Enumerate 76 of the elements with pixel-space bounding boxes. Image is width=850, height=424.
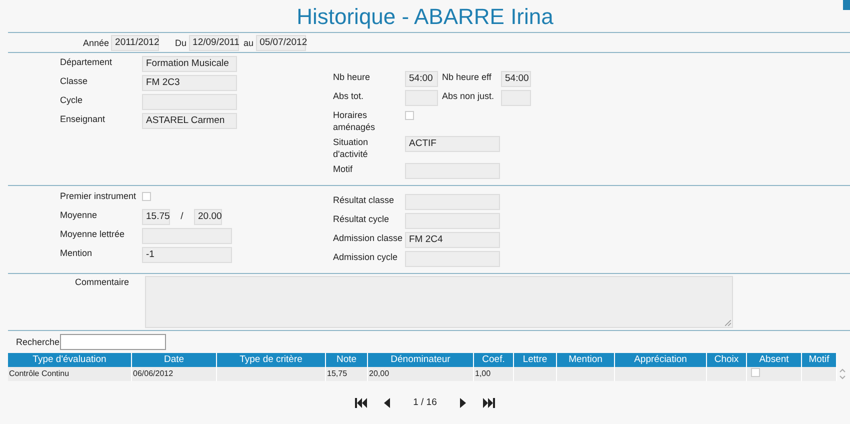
column-header[interactable]: Appréciation bbox=[615, 353, 707, 367]
text-field[interactable]: FM 2C4 bbox=[405, 232, 500, 248]
date-field[interactable]: 05/07/2012 bbox=[256, 34, 306, 50]
text-field[interactable] bbox=[405, 163, 500, 179]
field-label: Résultat cycle bbox=[333, 213, 390, 225]
column-header[interactable]: Absent bbox=[747, 353, 802, 367]
column-header[interactable]: Type d'évaluation bbox=[8, 353, 132, 367]
text-field[interactable]: 15.75 bbox=[142, 209, 170, 225]
field-label: Mention bbox=[60, 247, 94, 259]
field-label: Commentaire bbox=[75, 276, 130, 289]
field-label: Du bbox=[175, 36, 187, 48]
text-field[interactable] bbox=[405, 213, 500, 229]
field-label: Moyenne lettrée bbox=[60, 228, 126, 240]
comment-field[interactable] bbox=[145, 276, 733, 328]
field-label: Abs tot. bbox=[333, 90, 365, 102]
column-header[interactable]: Dénominateur bbox=[368, 353, 474, 367]
text-field[interactable] bbox=[142, 228, 232, 244]
field-label: Nb heure bbox=[333, 71, 372, 83]
text-field[interactable]: 54:00 bbox=[405, 71, 438, 87]
table-cell: 20,00 bbox=[368, 367, 474, 381]
text-field[interactable]: ASTAREL Carmen bbox=[142, 113, 237, 129]
checkbox[interactable] bbox=[142, 192, 151, 201]
field-label: Abs non just. bbox=[442, 90, 496, 102]
text-field[interactable] bbox=[405, 90, 438, 106]
field-label: Moyenne bbox=[60, 209, 98, 221]
text-field[interactable] bbox=[405, 194, 500, 210]
separator-text: / bbox=[180, 210, 184, 224]
page-title: Historique - ABARRE Irina bbox=[296, 3, 554, 31]
column-header[interactable]: Coef. bbox=[474, 353, 514, 367]
table-cell: 06/06/2012 bbox=[132, 367, 217, 381]
field-label: Nb heure eff bbox=[442, 71, 492, 83]
field-label: Enseignant bbox=[60, 113, 106, 125]
text-field[interactable]: FM 2C3 bbox=[142, 75, 237, 91]
text-field[interactable]: ACTIF bbox=[405, 136, 500, 152]
text-field[interactable]: 54:00 bbox=[501, 71, 531, 87]
table-cell: 15,75 bbox=[326, 367, 368, 381]
field-label: Admission classe bbox=[333, 232, 404, 244]
field-label: Résultat classe bbox=[333, 194, 396, 206]
field-label: Premier instrument bbox=[60, 190, 138, 202]
field-label: Année bbox=[83, 36, 110, 48]
field-label: Horaires aménagés bbox=[333, 109, 376, 133]
field-label: au bbox=[244, 36, 254, 48]
text-field[interactable] bbox=[405, 251, 500, 267]
field-label: Cycle bbox=[60, 94, 84, 106]
field-label: Admission cycle bbox=[333, 251, 399, 263]
field-label: Situation d'activité bbox=[333, 136, 370, 160]
page-indicator: 1 / 16 bbox=[413, 397, 437, 408]
column-header[interactable]: Lettre bbox=[514, 353, 557, 367]
checkbox[interactable] bbox=[405, 111, 414, 120]
field-label: Classe bbox=[60, 75, 89, 87]
column-header[interactable]: Date bbox=[132, 353, 217, 367]
resize-grip-icon bbox=[725, 320, 731, 326]
table-cell bbox=[557, 367, 615, 381]
text-field[interactable] bbox=[501, 90, 531, 106]
first-page-button[interactable] bbox=[355, 398, 368, 408]
table-cell: Contrôle Continu bbox=[8, 367, 132, 381]
text-field[interactable]: Formation Musicale bbox=[142, 56, 237, 72]
text-field[interactable]: 20.00 bbox=[194, 209, 222, 225]
column-header[interactable]: Note bbox=[326, 353, 368, 367]
text-field[interactable]: -1 bbox=[142, 247, 232, 263]
column-header[interactable]: Choix bbox=[707, 353, 747, 367]
table-cell bbox=[514, 367, 557, 381]
search-field[interactable] bbox=[60, 334, 166, 350]
column-header[interactable]: Type de critère bbox=[217, 353, 326, 367]
last-page-button[interactable] bbox=[482, 398, 495, 408]
scrollbar-icon[interactable] bbox=[837, 367, 848, 381]
search-label: Recherche bbox=[16, 336, 60, 348]
field-label: Département bbox=[60, 56, 114, 68]
column-header[interactable]: Motif bbox=[802, 353, 837, 367]
field-label: Motif bbox=[333, 163, 354, 175]
checkbox[interactable] bbox=[751, 368, 760, 377]
column-header[interactable]: Mention bbox=[557, 353, 615, 367]
date-field[interactable]: 12/09/2011 bbox=[188, 34, 239, 50]
date-field[interactable]: 2011/2012 bbox=[111, 34, 160, 50]
table-cell: 1,00 bbox=[474, 367, 514, 381]
text-field[interactable] bbox=[142, 94, 237, 110]
